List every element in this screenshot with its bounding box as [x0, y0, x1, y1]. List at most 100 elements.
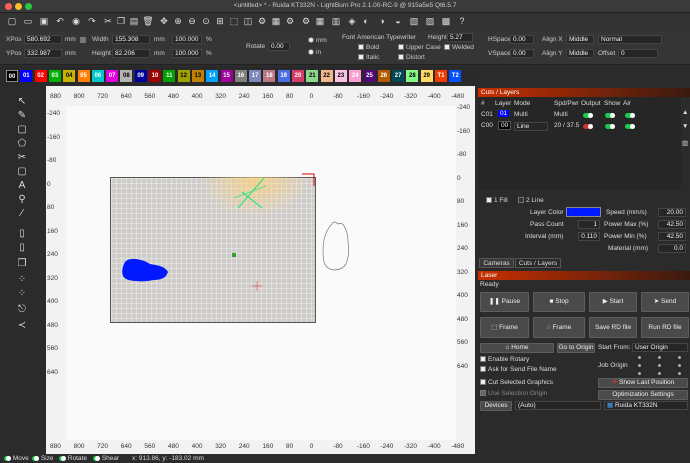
- palette-swatch-02[interactable]: 02: [34, 70, 47, 82]
- font-select[interactable]: American Typewriter: [357, 34, 416, 41]
- table-row[interactable]: C00 00 Line 20 / 37.5: [478, 121, 681, 132]
- palette-swatch-17[interactable]: 17: [249, 70, 262, 82]
- origin-dot[interactable]: [638, 356, 641, 359]
- air-toggle[interactable]: [625, 113, 635, 118]
- frame-circle-button[interactable]: ◌ Frame: [533, 317, 585, 338]
- palette-swatch-21[interactable]: 21: [306, 70, 319, 82]
- show-toggle[interactable]: [605, 113, 615, 118]
- weld-icon[interactable]: ◐: [360, 15, 372, 27]
- edit-nodes-icon[interactable]: ✎: [16, 110, 28, 122]
- dots-grid-icon[interactable]: ⁘: [16, 274, 28, 286]
- open-folder-icon[interactable]: ▭: [22, 15, 34, 27]
- palette-swatch-T2[interactable]: T2: [449, 70, 462, 82]
- output-toggle[interactable]: [583, 113, 593, 118]
- origin-dot[interactable]: [638, 364, 641, 367]
- origin-dot[interactable]: [678, 364, 681, 367]
- copy-icon[interactable]: ❐: [115, 15, 127, 27]
- power-max-input[interactable]: 42.50: [658, 220, 686, 229]
- undo-icon[interactable]: ↶: [54, 15, 66, 27]
- join-icon[interactable]: ⎋: [16, 304, 28, 316]
- air-toggle[interactable]: [625, 124, 635, 129]
- sublayer-2-label[interactable]: 2 Line: [526, 197, 544, 204]
- polygon-icon[interactable]: ✂: [16, 152, 28, 164]
- device-select[interactable]: ▦ Ruida KT332N: [604, 401, 688, 410]
- upper-case-checkbox[interactable]: [398, 44, 404, 51]
- node-icon[interactable]: ◈: [346, 15, 358, 27]
- palette-swatch-29[interactable]: 29: [420, 70, 433, 82]
- zoom-out-icon[interactable]: ⊖: [186, 15, 198, 27]
- height-input[interactable]: 82.206: [112, 49, 150, 58]
- array-icon[interactable]: ▯: [16, 228, 28, 240]
- palette-swatch-25[interactable]: 25: [363, 70, 376, 82]
- size-toggle[interactable]: [32, 455, 39, 461]
- use-selection-checkbox[interactable]: [480, 390, 486, 397]
- ask-send-checkbox[interactable]: [480, 366, 486, 373]
- rectangle-icon[interactable]: ▢: [16, 124, 28, 136]
- delete-icon[interactable]: 🗑: [142, 15, 154, 27]
- trace-icon[interactable]: ◫: [242, 15, 254, 27]
- boolean-icon[interactable]: ◑: [376, 15, 388, 27]
- send-button[interactable]: ➤ Send: [641, 292, 689, 312]
- grid-icon[interactable]: ▦: [314, 15, 326, 27]
- break-icon[interactable]: ≺: [16, 320, 28, 332]
- table-row[interactable]: C01 01 Multi Multi: [478, 110, 681, 121]
- distort-checkbox[interactable]: [398, 54, 404, 61]
- laser-icon[interactable]: ⚙: [284, 15, 296, 27]
- cut-selected-checkbox[interactable]: [480, 379, 486, 386]
- lock-ratio-icon[interactable]: [80, 37, 86, 43]
- palette-swatch-14[interactable]: 14: [206, 70, 219, 82]
- scale-x-input[interactable]: 100.000: [172, 35, 202, 44]
- new-file-icon[interactable]: ▢: [6, 15, 18, 27]
- palette-swatch-01[interactable]: 01: [20, 70, 33, 82]
- zoom-window-icon[interactable]: ⊞: [214, 15, 226, 27]
- output-toggle[interactable]: [583, 124, 593, 129]
- save-icon[interactable]: ▣: [38, 15, 50, 27]
- origin-dot[interactable]: [658, 356, 661, 359]
- job-origin-grid[interactable]: [634, 354, 688, 376]
- pass-count-input[interactable]: 1: [578, 220, 600, 229]
- origin-dot[interactable]: [638, 372, 641, 375]
- palette-swatch-11[interactable]: 11: [163, 70, 176, 82]
- show-toggle[interactable]: [605, 124, 615, 129]
- palette-swatch-28[interactable]: 28: [406, 70, 419, 82]
- palette-swatch-09[interactable]: 09: [134, 70, 147, 82]
- origin-dot[interactable]: [678, 372, 681, 375]
- palette-swatch-T1[interactable]: T1: [435, 70, 447, 82]
- unit-in-radio[interactable]: [308, 49, 314, 56]
- save-rd-button[interactable]: Save RD file: [589, 317, 637, 338]
- width-input[interactable]: 155.308: [112, 35, 150, 44]
- palette-swatch-20[interactable]: 20: [292, 70, 304, 82]
- cut-icon[interactable]: ✂: [102, 15, 114, 27]
- italic-checkbox[interactable]: [358, 54, 364, 61]
- paste-icon[interactable]: ▤: [128, 15, 140, 27]
- palette-swatch-16[interactable]: 16: [234, 70, 247, 82]
- scale-y-input[interactable]: 100.000: [172, 49, 202, 58]
- palette-swatch-05[interactable]: 05: [77, 70, 90, 82]
- interval-input[interactable]: 0.110: [578, 232, 600, 241]
- move-icon[interactable]: ✥: [158, 15, 170, 27]
- measure-icon[interactable]: ⁄: [16, 208, 28, 220]
- offset-icon[interactable]: ◒: [392, 15, 404, 27]
- material-input[interactable]: 0.0: [658, 244, 686, 253]
- zoom-fit-icon[interactable]: ⊙: [200, 15, 212, 27]
- origin-dot[interactable]: [658, 364, 661, 367]
- sublayer-1-checkbox[interactable]: [486, 197, 492, 204]
- bold-checkbox[interactable]: [358, 44, 364, 51]
- layout-icon[interactable]: ▩: [440, 15, 452, 27]
- port-select[interactable]: (Auto): [515, 401, 601, 410]
- move-toggle[interactable]: [4, 455, 11, 461]
- help-icon[interactable]: ?: [456, 15, 468, 27]
- row-mode[interactable]: Multi: [514, 111, 528, 118]
- palette-swatch-23[interactable]: 23: [334, 70, 347, 82]
- palette-swatch-15[interactable]: 15: [220, 70, 233, 82]
- redo-icon[interactable]: ↷: [86, 15, 98, 27]
- ellipse-icon[interactable]: ⬠: [16, 138, 28, 150]
- welded-checkbox[interactable]: [444, 44, 450, 51]
- palette-swatch-27[interactable]: 27: [392, 70, 405, 82]
- palette-swatch-08[interactable]: 08: [120, 70, 133, 82]
- laser-tools-icon[interactable]: ▨: [424, 15, 436, 27]
- enable-rotary-checkbox[interactable]: [480, 356, 486, 363]
- start-button[interactable]: ▶ Start: [589, 292, 637, 312]
- palette-swatch-06[interactable]: 06: [91, 70, 104, 82]
- sublayer-2-checkbox[interactable]: [518, 197, 524, 204]
